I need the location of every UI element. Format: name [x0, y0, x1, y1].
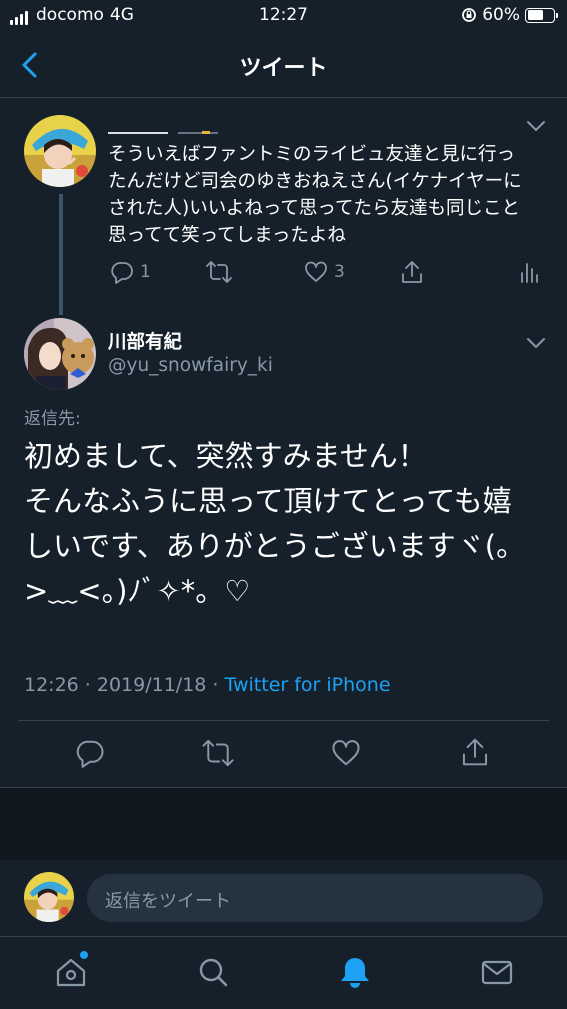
bell-icon[interactable]: [337, 954, 373, 990]
reply-bar: 返信をツイート: [0, 860, 567, 936]
parent-avatar[interactable]: [24, 115, 96, 187]
author-handle[interactable]: @yu_snowfairy_ki: [108, 355, 273, 376]
tab-notifications[interactable]: [337, 954, 373, 990]
search-icon[interactable]: [195, 954, 231, 990]
heart-icon[interactable]: [304, 260, 328, 284]
share-icon[interactable]: [400, 259, 424, 285]
main-tweet-line: しいです、ありがとうございますヾ(。: [24, 529, 526, 563]
retweet-icon[interactable]: [205, 260, 233, 284]
tweet-meta: 12:26 · 2019/11/18 · Twitter for iPhone: [24, 674, 391, 696]
source-link[interactable]: Twitter for iPhone: [225, 674, 391, 696]
like-action[interactable]: 3: [304, 260, 345, 284]
main-tweet-text: 初めまして、突然すみません！ そんなふうに思って頂けてとっても嬉 しいです、あり…: [24, 434, 549, 614]
clipped-header-line: [108, 120, 268, 134]
status-bar: docomo 4G 12:27 60%: [0, 0, 567, 32]
analytics-action[interactable]: [519, 260, 539, 284]
battery-percent: 60%: [482, 5, 520, 25]
like-count: 3: [334, 262, 345, 282]
battery-icon: [525, 7, 558, 23]
nav-bar: ツイート: [0, 32, 567, 98]
thread-connector: [59, 194, 63, 315]
main-tweet-line: >﹏<。)ﾉﾞ✧*。♡: [24, 574, 251, 608]
reply-button[interactable]: [75, 738, 105, 768]
timestamp: 12:26 · 2019/11/18 ·: [24, 674, 225, 696]
main-tweet-line: そんなふうに思って頂けてとっても嬉: [24, 484, 512, 518]
reply-icon[interactable]: [75, 738, 105, 768]
tab-search[interactable]: [195, 954, 231, 990]
like-button[interactable]: [331, 738, 361, 768]
divider: [18, 720, 549, 721]
reply-input[interactable]: 返信をツイート: [87, 874, 543, 922]
reply-count: 1: [140, 262, 151, 282]
notification-dot: [80, 951, 88, 959]
tab-bar: [0, 936, 567, 1009]
reply-to-label: 返信先:: [24, 409, 81, 429]
main-tweet-line: 初めまして、突然すみません！: [24, 439, 427, 473]
rotation-lock-icon: [462, 8, 477, 22]
tab-home[interactable]: [53, 951, 89, 990]
reply-action[interactable]: 1: [110, 260, 151, 284]
empty-area: [0, 788, 567, 860]
home-icon[interactable]: [53, 954, 89, 990]
author-avatar[interactable]: [24, 318, 96, 390]
chevron-down-icon[interactable]: [526, 337, 546, 349]
chevron-down-icon[interactable]: [526, 120, 546, 132]
share-button[interactable]: [460, 736, 490, 768]
analytics-icon[interactable]: [519, 260, 539, 284]
parent-tweet-text: そういえばファントミのライビュ友達と見に行ったんだけど司会のゆきおねえさん(イケ…: [108, 144, 522, 246]
share-action[interactable]: [400, 259, 424, 285]
retweet-action[interactable]: [205, 260, 233, 284]
mail-icon[interactable]: [479, 954, 515, 990]
my-avatar[interactable]: [24, 872, 74, 922]
tab-messages[interactable]: [479, 954, 515, 990]
retweet-icon[interactable]: [201, 738, 235, 768]
author-name[interactable]: 川部有紀: [108, 328, 182, 354]
share-icon[interactable]: [460, 736, 490, 768]
page-title: ツイート: [239, 56, 328, 81]
retweet-button[interactable]: [201, 738, 235, 768]
heart-icon[interactable]: [331, 738, 361, 768]
reply-icon[interactable]: [110, 260, 134, 284]
